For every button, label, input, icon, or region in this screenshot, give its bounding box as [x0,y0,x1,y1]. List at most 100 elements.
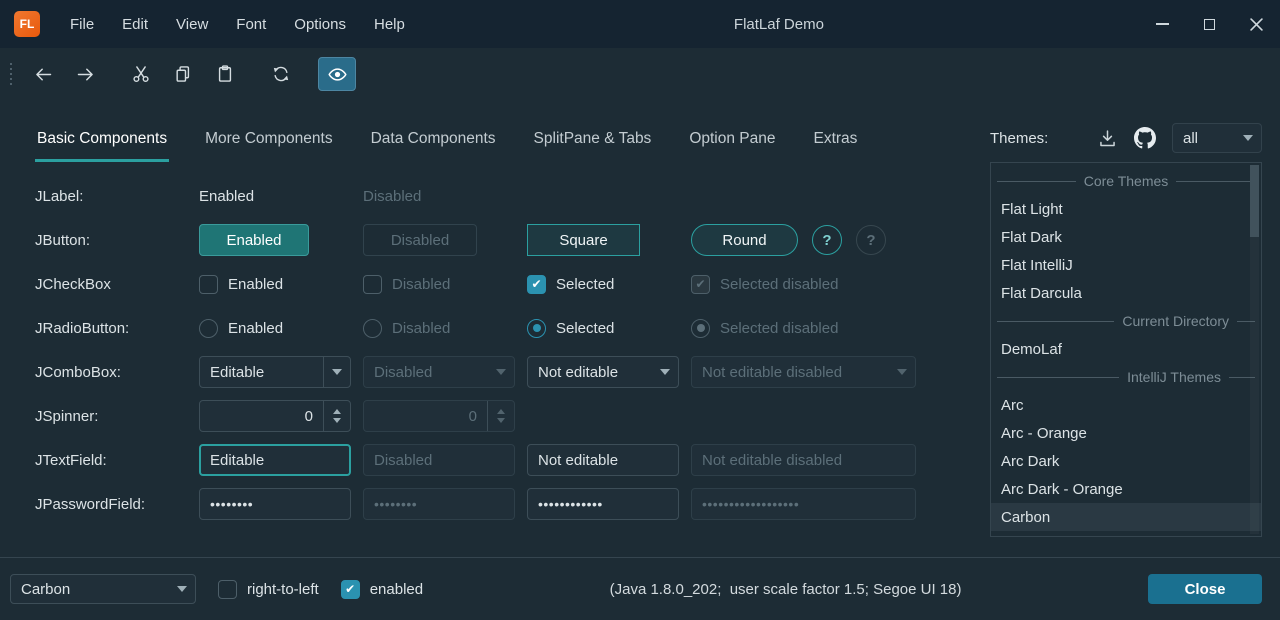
textfield-editable[interactable]: Editable [199,444,351,476]
close-icon [1250,18,1263,31]
themes-scrollbar[interactable] [1250,165,1259,534]
round-button[interactable]: Round [691,224,798,256]
jcombobox-row-label: JComboBox: [35,364,199,381]
themes-list: Core Themes Flat Light Flat Dark Flat In… [990,162,1262,537]
status-bar: Carbon right-to-left enabled (Java 1.8.0… [0,557,1280,620]
spinner-value[interactable]: 0 [200,401,323,431]
tab-option-pane[interactable]: Option Pane [687,130,777,162]
tab-more-components[interactable]: More Components [203,130,335,162]
row-jlabel: JLabel: Enabled Disabled [35,174,988,218]
maximize-icon [1204,19,1215,30]
spinner-down-icon[interactable] [333,418,341,423]
chevron-down-icon [496,369,506,375]
themes-label: Themes: [990,130,1048,147]
close-window-button[interactable] [1233,0,1280,48]
help-button[interactable]: ? [812,225,842,255]
cut-button[interactable] [122,57,160,91]
jlabel-enabled: Enabled [199,188,254,205]
chevron-down-icon [897,369,907,375]
themes-separator-current-directory: Current Directory [991,307,1261,335]
spinner-up-icon[interactable] [333,409,341,414]
spinner-enabled[interactable]: 0 [199,400,351,432]
theme-arc[interactable]: Arc [991,391,1261,419]
theme-arc-dark-orange[interactable]: Arc Dark - Orange [991,475,1261,503]
combobox-not-editable[interactable]: Not editable [527,356,679,388]
download-icon [1097,128,1118,149]
row-jcombobox: JComboBox: Editable Disabled [35,350,988,394]
passwordfield-editable[interactable]: •••••••• [199,488,351,520]
combobox-editable-value[interactable]: Editable [200,357,323,387]
download-themes-button[interactable] [1092,123,1122,153]
menu-help[interactable]: Help [360,0,419,48]
theme-flat-light[interactable]: Flat Light [991,195,1261,223]
tab-splitpane-tabs[interactable]: SplitPane & Tabs [532,130,654,162]
menu-file[interactable]: File [56,0,108,48]
theme-demolaf[interactable]: DemoLaf [991,335,1261,363]
radio-enabled[interactable] [199,319,218,338]
jcheckbox-row-label: JCheckBox [35,276,199,293]
theme-combobox[interactable]: Carbon [10,574,196,604]
checkbox-selected[interactable] [527,275,546,294]
checkbox-enabled[interactable] [199,275,218,294]
passwordfield-disabled: •••••••• [363,488,515,520]
spinner-disabled: 0 [363,400,515,432]
enabled-button[interactable]: Enabled [199,224,309,256]
forward-button[interactable] [66,57,104,91]
radio-disabled [363,319,382,338]
theme-arc-orange[interactable]: Arc - Orange [991,419,1261,447]
maximize-button[interactable] [1186,0,1233,48]
textfield-disabled: Disabled [363,444,515,476]
radio-selected-disabled-label: Selected disabled [720,320,838,337]
refresh-button[interactable] [262,57,300,91]
menu-edit[interactable]: Edit [108,0,162,48]
combobox-not-editable-disabled-value: Not editable disabled [692,357,888,387]
minimize-button[interactable] [1139,0,1186,48]
enabled-checkbox[interactable] [341,580,360,599]
close-button[interactable]: Close [1148,574,1262,604]
theme-flat-dark[interactable]: Flat Dark [991,223,1261,251]
paste-button[interactable] [206,57,244,91]
rtl-checkbox-group: right-to-left [218,580,319,599]
chevron-down-icon [660,369,670,375]
toolbar-grip[interactable] [10,63,12,85]
tab-basic-components[interactable]: Basic Components [35,130,169,162]
github-icon [1134,127,1156,149]
main-panel: Basic Components More Components Data Co… [0,100,988,557]
clipboard-icon [215,64,235,84]
radio-selected-disabled [691,319,710,338]
jlabel-row-label: JLabel: [35,188,199,205]
disabled-button: Disabled [363,224,477,256]
menu-font[interactable]: Font [222,0,280,48]
show-hidden-toggle-button[interactable] [318,57,356,91]
square-button[interactable]: Square [527,224,640,256]
scrollbar-thumb[interactable] [1250,165,1259,237]
theme-flat-intellij[interactable]: Flat IntelliJ [991,251,1261,279]
radio-selected[interactable] [527,319,546,338]
themes-filter-combobox[interactable]: all [1172,123,1262,153]
tab-extras[interactable]: Extras [812,130,860,162]
menu-options[interactable]: Options [280,0,360,48]
checkbox-selected-disabled [691,275,710,294]
spinner-arrows[interactable] [323,401,350,431]
checkbox-selected-disabled-label: Selected disabled [720,276,838,293]
content-area: Basic Components More Components Data Co… [0,100,1280,557]
jtextfield-row-label: JTextField: [35,452,199,469]
tab-data-components[interactable]: Data Components [369,130,498,162]
theme-carbon[interactable]: Carbon [991,503,1261,531]
combobox-editable[interactable]: Editable [199,356,351,388]
right-to-left-checkbox[interactable] [218,580,237,599]
textfield-not-editable[interactable]: Not editable [527,444,679,476]
theme-arc-dark[interactable]: Arc Dark [991,447,1261,475]
help-button-disabled: ? [856,225,886,255]
back-button[interactable] [24,57,62,91]
passwordfield-not-editable[interactable]: •••••••••••• [527,488,679,520]
copy-button[interactable] [164,57,202,91]
jpasswordfield-row-label: JPasswordField: [35,496,199,513]
menu-view[interactable]: View [162,0,222,48]
theme-flat-darcula[interactable]: Flat Darcula [991,279,1261,307]
copy-icon [173,64,193,84]
github-button[interactable] [1130,123,1160,153]
titlebar: FL File Edit View Font Options Help Flat… [0,0,1280,48]
checkbox-enabled-label: Enabled [228,276,283,293]
checkbox-disabled-label: Disabled [392,276,450,293]
